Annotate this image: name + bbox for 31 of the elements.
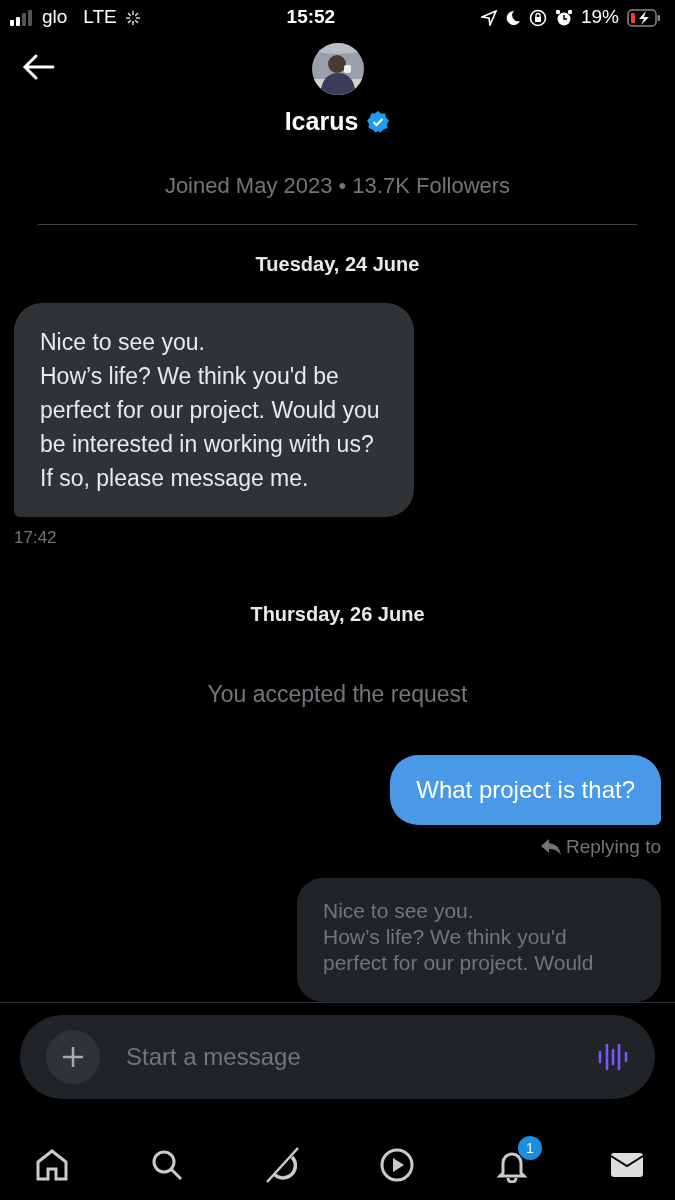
carrier-name: glo — [42, 5, 68, 30]
clock: 15:52 — [286, 5, 336, 30]
moon-icon — [504, 9, 521, 26]
play-icon — [379, 1147, 415, 1183]
network-type: LTE — [83, 5, 117, 30]
battery-percent: 19% — [580, 5, 619, 30]
sent-message: What project is that? — [390, 755, 661, 825]
back-button[interactable] — [22, 53, 56, 81]
voice-icon[interactable] — [597, 1041, 629, 1073]
home-icon — [34, 1147, 70, 1183]
profile-name: Icarus — [284, 106, 359, 137]
message-time: 17:42 — [14, 527, 58, 549]
slashed-circle-icon — [264, 1147, 300, 1183]
system-notice: You accepted the request — [206, 679, 469, 709]
received-message: Nice to see you. How’s life? We think you'd be perfect for our project. Would you be interested in working with us? If so, please message me. — [14, 303, 414, 517]
reply-icon — [539, 838, 562, 857]
message-input[interactable]: Start a message — [124, 1038, 573, 1076]
replying-label: Replying to — [565, 835, 661, 859]
loading-icon — [124, 9, 141, 26]
notification-badge: 1 — [518, 1136, 542, 1160]
battery-icon — [627, 8, 661, 27]
quoted-message: Nice to see you. How’s life? We think you'd perfect for our project. Would — [323, 897, 595, 976]
message-field[interactable]: Start a message — [20, 1015, 655, 1099]
date-separator: Thursday, 26 June — [249, 601, 426, 627]
alarm-icon — [554, 8, 573, 27]
signal-icon — [10, 9, 34, 26]
location-icon — [480, 9, 497, 26]
profile-meta: Joined May 2023 • 13.7K Followers — [163, 172, 512, 200]
plus-icon — [61, 1045, 85, 1069]
date-separator: Tuesday, 24 June — [254, 252, 421, 277]
lock-rotation-icon — [528, 8, 547, 27]
